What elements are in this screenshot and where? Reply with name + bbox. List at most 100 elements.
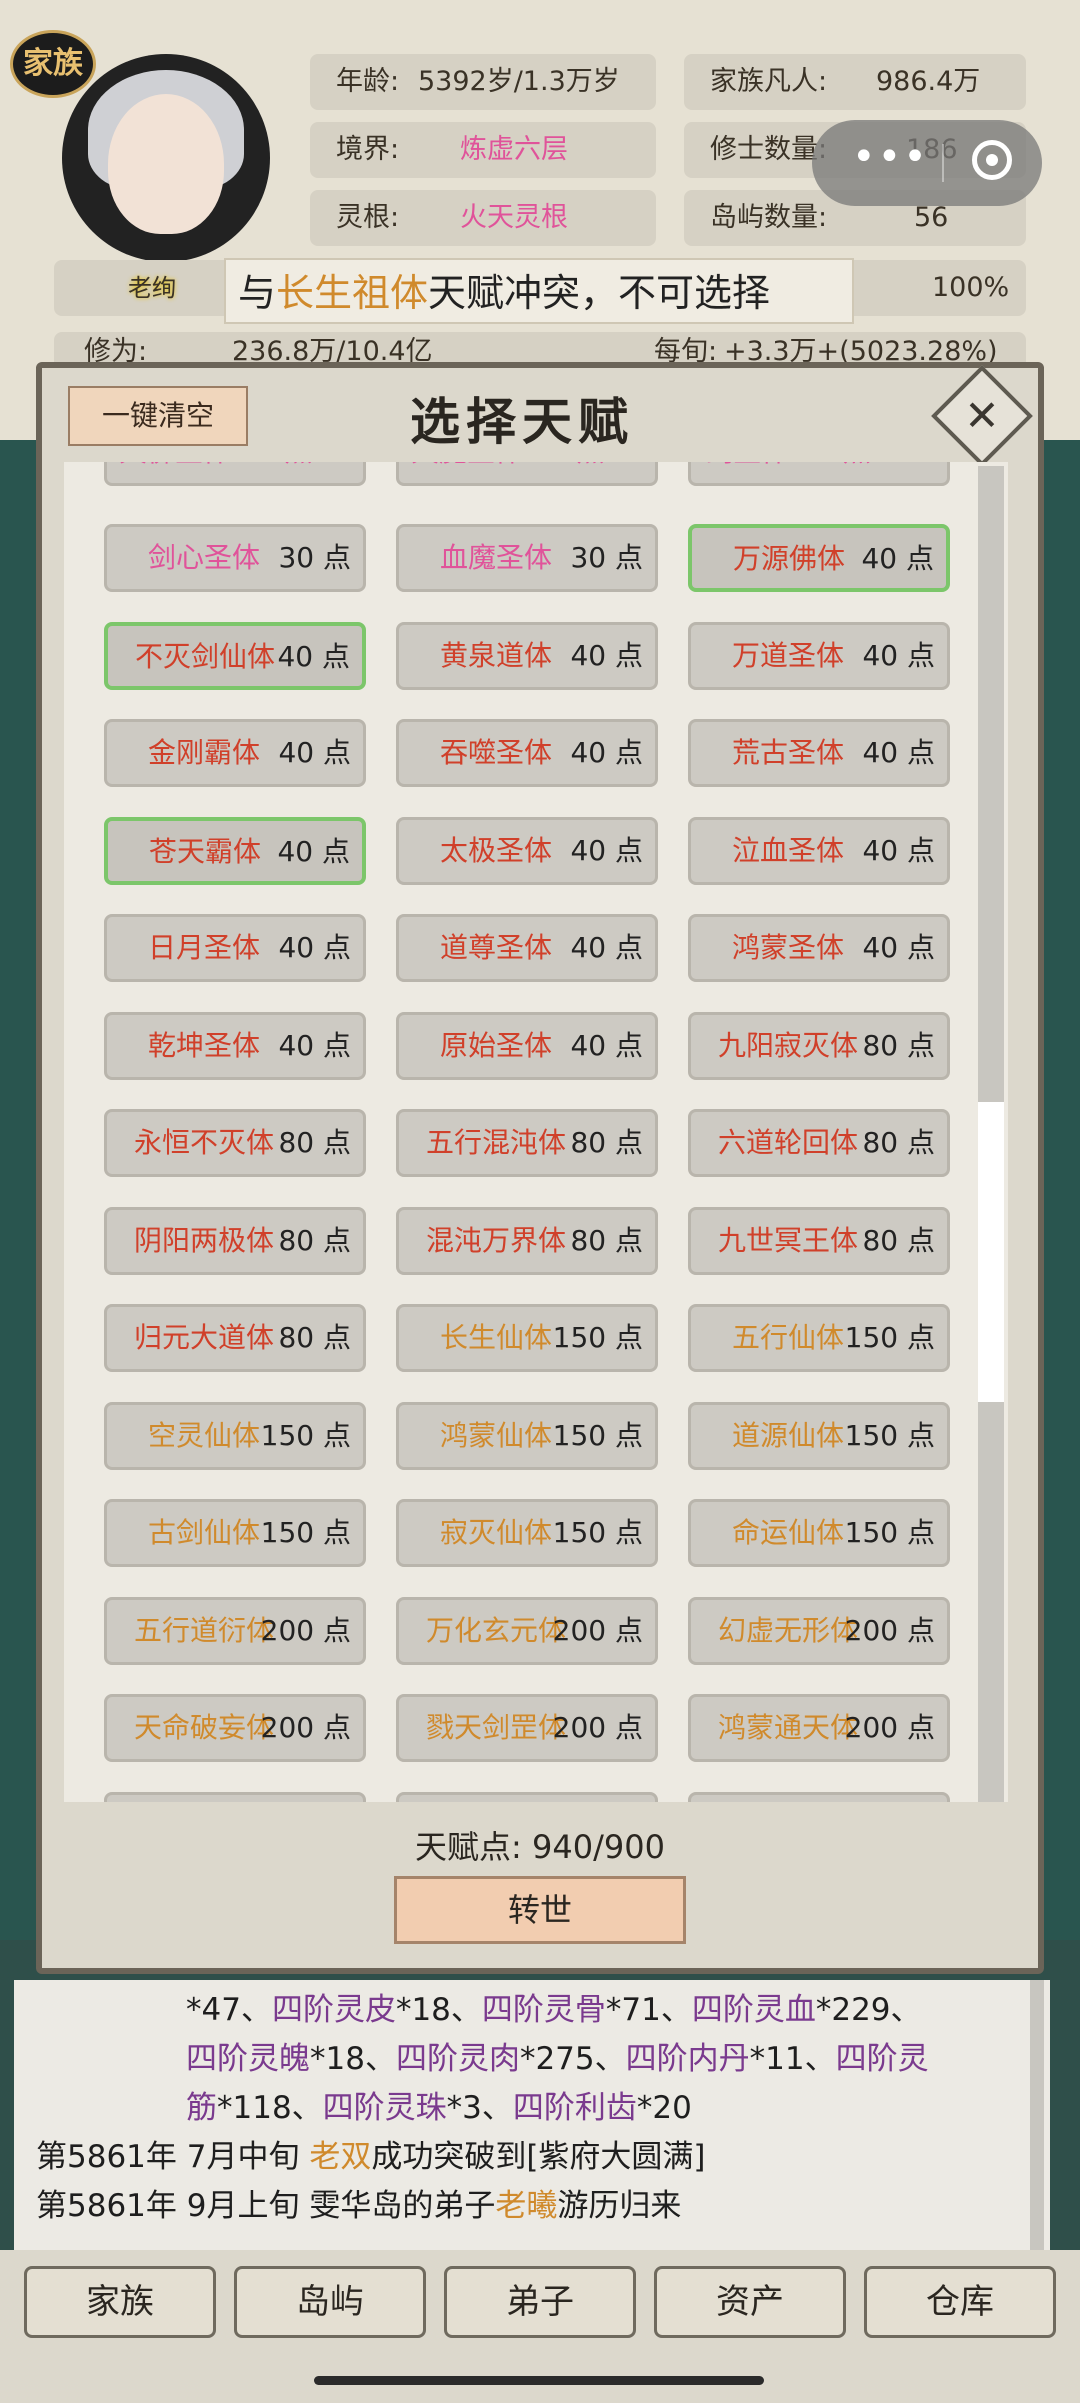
- tooltip-suffix: 天赋冲突，不可选择: [428, 271, 771, 315]
- talent-cell[interactable]: 道源仙体 150 点: [688, 1401, 950, 1470]
- talent-cell[interactable]: 乾坤圣体 40 点: [104, 1011, 366, 1080]
- log-fragment: *118、: [217, 2090, 323, 2126]
- talent-points-cost: 40 点: [570, 1028, 643, 1062]
- talent-cell[interactable]: 命运仙体 150 点: [688, 1499, 950, 1567]
- family-badge[interactable]: 家族: [10, 30, 96, 98]
- log-item: 四阶利齿: [512, 2090, 637, 2126]
- talent-cell[interactable]: 空灵仙体 150 点: [104, 1401, 366, 1470]
- log-fragment: 成功突破到[紫府大圆满]: [371, 2139, 706, 2175]
- log-item: 四阶灵: [835, 2041, 929, 2077]
- close-icon[interactable]: ✕: [946, 380, 1018, 452]
- clear-all-button[interactable]: 一键清空: [68, 386, 248, 446]
- mini-program-capsule[interactable]: •••: [812, 120, 1042, 206]
- talent-cell[interactable]: 六道轮回体 80 点: [688, 1109, 950, 1177]
- more-icon[interactable]: •••: [852, 134, 929, 180]
- talent-points-cost: 40 点: [278, 931, 351, 964]
- talent-grid[interactable]: 天佛圣体 30 点 天魔圣体 30 点 剑圣体 30 点剑心圣体30 点血魔圣体30…: [64, 462, 1008, 1802]
- talent-name: 苍天霸体: [148, 834, 261, 868]
- talent-cell[interactable]: 鸿蒙圣体 40 点: [688, 914, 950, 982]
- talent-cell[interactable]: 万源佛体 40 点: [688, 524, 950, 592]
- talent-cell[interactable]: 五行仙体 150 点: [688, 1304, 950, 1372]
- talent-cell-partial[interactable]: 天魔圣体 30 点: [396, 462, 658, 486]
- talent-cell[interactable]: 不灭剑仙体 40 点: [104, 621, 366, 690]
- realm-value: 炼虚六层: [460, 134, 568, 165]
- talent-points-cost: 150 点: [260, 1516, 351, 1549]
- talent-cell-partial[interactable]: [396, 1791, 658, 1802]
- log-person: 老双: [309, 2139, 372, 2175]
- log-fragment: 第5861年 9月上旬 雯华岛的弟子: [36, 2188, 496, 2224]
- nav-family[interactable]: 家族: [24, 2266, 216, 2338]
- close-mini-program-icon[interactable]: [972, 140, 1012, 180]
- log-item: 筋: [186, 2090, 217, 2126]
- nav-assets[interactable]: 资产: [654, 2266, 846, 2338]
- talent-cell[interactable]: 天命破妄体 200 点: [104, 1694, 366, 1762]
- talent-cell[interactable]: 日月圣体 40 点: [104, 914, 366, 982]
- talent-cell[interactable]: 万道圣体 40 点: [688, 621, 950, 690]
- talent-cell[interactable]: 永恒不灭体 80 点: [104, 1109, 366, 1177]
- talent-cell-partial[interactable]: 天佛圣体 30 点: [104, 462, 366, 486]
- talent-cell[interactable]: 戮天剑罡体 200 点: [396, 1694, 658, 1762]
- talent-name: 剑圣体 30 点: [703, 462, 873, 483]
- nav-disciples[interactable]: 弟子: [444, 2266, 636, 2338]
- talent-cell[interactable]: 太极圣体 40 点: [396, 816, 658, 885]
- log-fragment: *275、: [519, 2041, 626, 2077]
- talent-name: 荒古圣体: [731, 736, 844, 769]
- talent-cell[interactable]: 鸿蒙通天体 200 点: [688, 1694, 950, 1762]
- log-line: *47、四阶灵皮*18、四阶灵骨*71、四阶灵血*229、: [36, 1986, 1036, 2035]
- talent-points-cost: 40 点: [278, 1028, 351, 1062]
- log-item: 四阶灵魄: [186, 2041, 310, 2077]
- talent-points-cost: 200 点: [552, 1711, 643, 1744]
- talent-cell[interactable]: 混沌万界体 80 点: [396, 1206, 658, 1275]
- talent-cell[interactable]: 原始圣体 40 点: [396, 1011, 658, 1080]
- talent-cell[interactable]: 寂灭仙体 150 点: [396, 1499, 658, 1567]
- talent-cell[interactable]: 血魔圣体 30 点: [396, 524, 658, 592]
- talent-cell[interactable]: 归元大道体 80 点: [104, 1304, 366, 1372]
- talent-cell[interactable]: 鸿蒙仙体 150 点: [396, 1401, 658, 1470]
- talent-cell[interactable]: 荒古圣体 40 点: [688, 719, 950, 787]
- root-label: 灵根:: [336, 202, 400, 233]
- talent-cell[interactable]: 苍天霸体 40 点: [104, 816, 366, 885]
- rebirth-button[interactable]: 转世: [394, 1876, 686, 1944]
- avatar[interactable]: [62, 54, 270, 262]
- talent-cell[interactable]: 道尊圣体 40 点: [396, 914, 658, 982]
- talent-cell[interactable]: 九阳寂灭体 80 点: [688, 1011, 950, 1080]
- event-log-text: *47、四阶灵皮*18、四阶灵骨*71、四阶灵血*229、 四阶灵魄*18、四阶…: [36, 1986, 1036, 2231]
- log-fragment: 游历归来: [557, 2188, 682, 2224]
- talent-cell[interactable]: 万化玄元体 200 点: [396, 1596, 658, 1665]
- log-fragment: *47、: [186, 1992, 272, 2028]
- log-item: 四阶灵肉: [395, 2041, 520, 2077]
- percent-value: 100%: [932, 272, 1010, 303]
- nav-warehouse[interactable]: 仓库: [864, 2266, 1056, 2338]
- talent-cell-partial[interactable]: [104, 1791, 366, 1802]
- talent-cell[interactable]: 黄泉道体 40 点: [396, 621, 658, 690]
- talent-points-cost: 40 点: [277, 834, 350, 868]
- talent-points-cost: 40 点: [862, 833, 935, 867]
- talent-cell[interactable]: 泣血圣体 40 点: [688, 816, 950, 885]
- talent-cell[interactable]: 幻虚无形体 200 点: [688, 1596, 950, 1665]
- talent-cell[interactable]: 剑心圣体 30 点: [104, 524, 366, 592]
- talent-cell[interactable]: 吞噬圣体 40 点: [396, 719, 658, 787]
- talent-cell-partial[interactable]: [688, 1791, 950, 1802]
- talent-cell[interactable]: 阴阳两极体 80 点: [104, 1206, 366, 1275]
- log-item: 四阶灵珠: [322, 2090, 447, 2126]
- talent-cell[interactable]: 五行道衍体 200 点: [104, 1596, 366, 1665]
- talent-name: 五行混沌体: [425, 1126, 566, 1159]
- tooltip-highlight: 长生祖体: [276, 271, 429, 315]
- talent-cell[interactable]: 九世冥王体 80 点: [688, 1206, 950, 1275]
- talent-points-cost: 40 点: [570, 736, 643, 769]
- log-line: 第5861年 7月中旬 老双成功突破到[紫府大圆满]: [36, 2133, 1036, 2182]
- talent-cell[interactable]: 古剑仙体 150 点: [104, 1499, 366, 1567]
- scrollbar-thumb[interactable]: [978, 1102, 1004, 1402]
- age-value: 5392岁/1.3万岁: [418, 66, 620, 97]
- realm-stat: 境界: 炼虚六层: [310, 122, 656, 178]
- talent-points-value: 940/900: [532, 1828, 665, 1866]
- nav-islands[interactable]: 岛屿: [234, 2266, 426, 2338]
- log-person: 老曦: [495, 2188, 558, 2224]
- talent-cell-partial[interactable]: 剑圣体 30 点: [688, 462, 950, 486]
- talent-points: 天赋点: 940/900: [0, 1822, 1080, 1868]
- talent-cell[interactable]: 金刚霸体 40 点: [104, 719, 366, 787]
- talent-cell[interactable]: 长生仙体 150 点: [396, 1304, 658, 1372]
- talent-points-cost: 40 点: [861, 542, 934, 575]
- tooltip-prefix: 与: [238, 271, 277, 315]
- talent-cell[interactable]: 五行混沌体 80 点: [396, 1109, 658, 1177]
